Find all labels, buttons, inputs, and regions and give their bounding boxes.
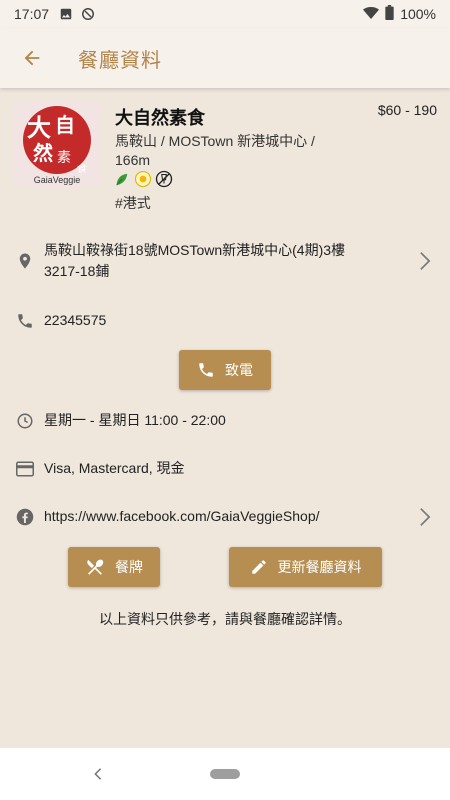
svg-text:自: 自 (55, 113, 75, 137)
payment-methods: Visa, Mastercard, 現金 (44, 460, 185, 476)
website-row[interactable]: https://www.facebook.com/GaiaVeggieShop/ (0, 506, 450, 530)
status-bar: 17:07 100% (0, 0, 450, 28)
cuisine-tag: #港式 (115, 195, 151, 211)
svg-text:然: 然 (33, 141, 53, 165)
restaurant-location: 馬鞍山 / MOSTown 新港城中心 / 166m (115, 133, 315, 168)
system-nav-bar (0, 748, 450, 800)
call-button[interactable]: 致電 (179, 350, 271, 390)
back-arrow-icon (24, 50, 40, 66)
menu-button-label: 餐牌 (115, 559, 143, 575)
nav-back-icon[interactable] (88, 764, 108, 784)
address-text: 馬鞍山鞍祿街18號MOSTown新港城中心(4期)3樓3217-18鋪 (44, 242, 346, 279)
call-button-label: 致電 (225, 362, 253, 378)
facebook-icon (14, 506, 36, 528)
opening-hours: 星期一 - 星期日 11:00 - 22:00 (44, 412, 226, 428)
restaurant-name: 大自然素食 (115, 108, 205, 128)
menu-button[interactable]: 餐牌 (68, 547, 160, 587)
update-info-button[interactable]: 更新餐廳資料 (229, 547, 382, 587)
payment-row: Visa, Mastercard, 現金 (0, 458, 450, 482)
gallery-icon (59, 7, 73, 21)
chevron-right-icon (416, 506, 434, 528)
battery-icon (385, 5, 394, 23)
battery-percent: 100% (400, 6, 436, 22)
svg-text:大: 大 (27, 113, 51, 142)
page-title: 餐廳資料 (78, 49, 162, 72)
credit-card-icon (14, 458, 36, 480)
update-button-label: 更新餐廳資料 (277, 559, 362, 575)
phone-row: 22345575 (0, 310, 450, 334)
back-button[interactable] (12, 38, 52, 78)
website-link[interactable]: https://www.facebook.com/GaiaVeggieShop/ (44, 506, 320, 527)
home-pill[interactable] (210, 769, 240, 779)
phone-icon (14, 310, 36, 332)
restaurant-logo: 大 自 然 素 食 GaiaVeggie (13, 100, 101, 188)
hours-row: 星期一 - 星期日 11:00 - 22:00 (0, 410, 450, 434)
utensils-icon (87, 559, 104, 575)
disclaimer-text: 以上資料只供參考，請與餐廳確認詳情。 (99, 611, 351, 627)
svg-text:素: 素 (57, 150, 71, 166)
no-alcohol-icon (155, 170, 173, 193)
phone-number: 22345575 (44, 312, 107, 328)
restaurant-details: 大 自 然 素 食 GaiaVeggie 大自然素食 $60 - 190 馬鞍山… (0, 88, 450, 748)
chevron-right-icon (416, 250, 434, 272)
diet-icons (113, 170, 173, 193)
restaurant-header: 大 自 然 素 食 GaiaVeggie 大自然素食 $60 - 190 馬鞍山… (13, 100, 437, 212)
wifi-icon (363, 6, 380, 23)
edit-pencil-icon (251, 560, 266, 574)
egg-icon (134, 170, 152, 193)
phone-icon (199, 363, 213, 377)
address-row[interactable]: 馬鞍山鞍祿街18號MOSTown新港城中心(4期)3樓3217-18鋪 (0, 240, 450, 284)
data-saver-icon (81, 7, 95, 21)
clock-icon (14, 410, 36, 432)
location-pin-icon (14, 250, 36, 272)
app-bar: 餐廳資料 (0, 28, 450, 88)
price-range: $60 - 190 (377, 102, 437, 118)
svg-text:GaiaVeggie: GaiaVeggie (34, 175, 81, 185)
vegan-leaf-icon (113, 170, 131, 193)
svg-text:食: 食 (77, 162, 87, 175)
status-time: 17:07 (14, 6, 50, 22)
